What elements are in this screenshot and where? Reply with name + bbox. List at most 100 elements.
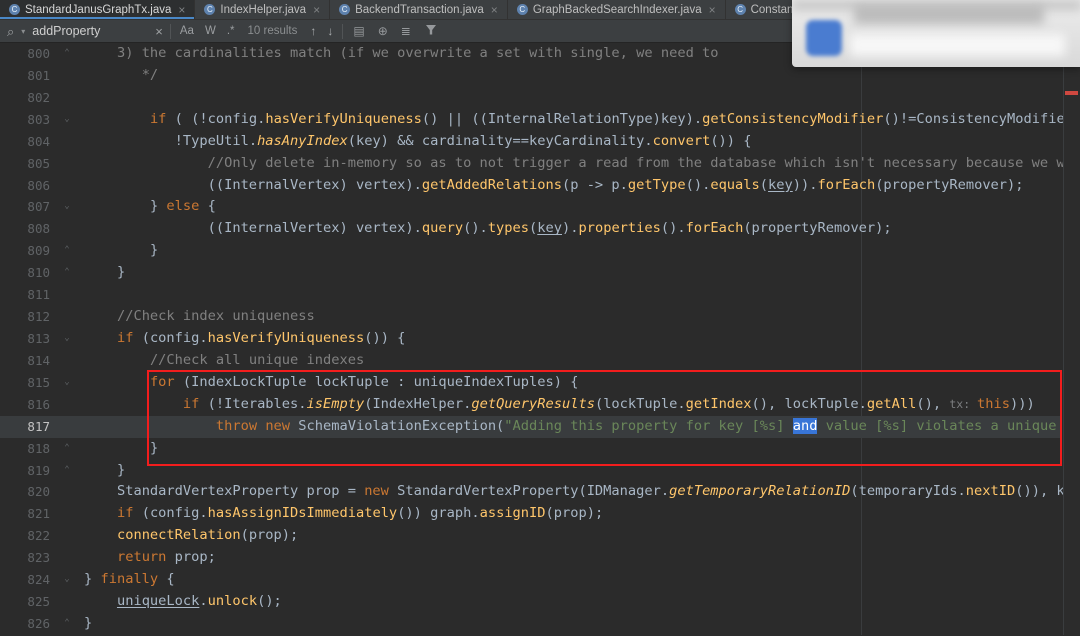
tab-label: IndexHelper.java bbox=[220, 3, 307, 16]
find-input[interactable] bbox=[32, 24, 149, 38]
fold-end-icon[interactable]: ⌃ bbox=[50, 460, 84, 482]
code-text[interactable]: throw new SchemaViolationException("Addi… bbox=[84, 416, 1056, 438]
line-number: 814 bbox=[27, 352, 50, 368]
code-text[interactable]: if (!Iterables.isEmpty(IndexHelper.getQu… bbox=[84, 394, 1035, 416]
search-in-selection-icon[interactable]: ▤ bbox=[350, 24, 367, 38]
editor-tab[interactable]: C BackendTransaction.java × bbox=[330, 0, 508, 19]
code-text[interactable]: return prop; bbox=[84, 547, 216, 569]
code-text[interactable]: } else { bbox=[84, 196, 216, 218]
previous-occurrence-icon[interactable]: ↑ bbox=[308, 24, 318, 38]
add-occurrence-icon[interactable]: ⊕ bbox=[375, 24, 391, 38]
filter-icon[interactable] bbox=[425, 24, 437, 39]
words-toggle[interactable]: W bbox=[203, 25, 218, 37]
editor-tab[interactable]: C GraphBackedSearchIndexer.java × bbox=[508, 0, 726, 19]
code-line[interactable]: 806 ((InternalVertex) vertex).getAddedRe… bbox=[0, 175, 1080, 197]
close-icon[interactable]: × bbox=[491, 3, 498, 17]
editor-tab[interactable]: C StandardJanusGraphTx.java × bbox=[0, 0, 196, 19]
code-line[interactable]: 805 //Only delete in-memory so as to not… bbox=[0, 153, 1080, 175]
code-text[interactable]: for (IndexLockTuple lockTuple : uniqueIn… bbox=[84, 372, 579, 394]
next-occurrence-icon[interactable]: ↓ bbox=[325, 24, 335, 38]
code-line[interactable]: 826 ⌃} bbox=[0, 613, 1080, 635]
line-number: 818 bbox=[27, 440, 50, 456]
highlight-all-icon[interactable]: ≣ bbox=[398, 24, 414, 38]
line-number: 822 bbox=[27, 528, 50, 544]
code-line[interactable]: 824 ⌄} finally { bbox=[0, 569, 1080, 591]
fold-start-icon[interactable]: ⌄ bbox=[50, 569, 84, 591]
close-icon[interactable]: × bbox=[178, 3, 185, 17]
fold-end-icon[interactable]: ⌃ bbox=[50, 613, 84, 635]
regex-toggle[interactable]: .* bbox=[225, 25, 237, 37]
code-text[interactable]: } bbox=[84, 262, 125, 284]
code-line[interactable]: 819 ⌃ } bbox=[0, 460, 1080, 482]
code-line[interactable]: 820 StandardVertexProperty prop = new St… bbox=[0, 481, 1080, 503]
code-line[interactable]: 823 return prop; bbox=[0, 547, 1080, 569]
fold-end-icon[interactable]: ⌃ bbox=[50, 438, 84, 460]
close-icon[interactable]: × bbox=[313, 3, 320, 17]
code-text[interactable]: //Check all unique indexes bbox=[84, 350, 364, 372]
code-line[interactable]: 818 ⌃ } bbox=[0, 438, 1080, 460]
code-text[interactable]: } finally { bbox=[84, 569, 175, 591]
fold-end-icon[interactable]: ⌃ bbox=[50, 43, 84, 65]
code-line[interactable]: 816 if (!Iterables.isEmpty(IndexHelper.g… bbox=[0, 394, 1080, 416]
code-line[interactable]: 811 bbox=[0, 284, 1080, 306]
code-line[interactable]: 802 bbox=[0, 87, 1080, 109]
class-icon: C bbox=[9, 4, 20, 15]
code-text[interactable]: StandardVertexProperty prop = new Standa… bbox=[84, 481, 1065, 503]
code-text[interactable]: 3) the cardinalities match (if we overwr… bbox=[84, 43, 727, 65]
code-text[interactable]: ((InternalVertex) vertex).query().types(… bbox=[84, 218, 892, 240]
fold-end-icon[interactable]: ⌃ bbox=[50, 262, 84, 284]
code-line[interactable]: 821 if (config.hasAssignIDsImmediately()… bbox=[0, 503, 1080, 525]
divider bbox=[169, 23, 171, 39]
code-line[interactable]: 809 ⌃ } bbox=[0, 240, 1080, 262]
code-text[interactable]: connectRelation(prop); bbox=[84, 525, 298, 547]
fold-start-icon[interactable]: ⌄ bbox=[50, 328, 84, 350]
code-line[interactable]: 808 ((InternalVertex) vertex).query().ty… bbox=[0, 218, 1080, 240]
gutter-spacer bbox=[50, 306, 84, 328]
code-text[interactable]: //Check index uniqueness bbox=[84, 306, 315, 328]
gutter-spacer bbox=[50, 65, 84, 87]
code-text[interactable]: uniqueLock.unlock(); bbox=[84, 591, 282, 613]
class-icon: C bbox=[339, 4, 351, 15]
fold-end-icon[interactable]: ⌃ bbox=[50, 240, 84, 262]
class-icon: C bbox=[734, 4, 746, 15]
match-case-toggle[interactable]: Aa bbox=[178, 25, 196, 37]
code-line[interactable]: 801 */ bbox=[0, 65, 1080, 87]
line-number: 815 bbox=[27, 374, 50, 390]
fold-start-icon[interactable]: ⌄ bbox=[50, 372, 84, 394]
close-icon[interactable]: × bbox=[709, 3, 716, 17]
code-line[interactable]: 814 //Check all unique indexes bbox=[0, 350, 1080, 372]
code-text[interactable]: //Only delete in-memory so as to not tri… bbox=[84, 153, 1080, 175]
gutter-spacer bbox=[50, 481, 84, 503]
code-line[interactable]: 822 connectRelation(prop); bbox=[0, 525, 1080, 547]
search-history-chevron-icon[interactable]: ▾ bbox=[21, 27, 25, 36]
results-count: 10 results bbox=[247, 25, 298, 37]
search-icon[interactable]: ⌕ bbox=[7, 25, 14, 38]
error-stripe-scrollbar[interactable] bbox=[1063, 43, 1080, 635]
code-line[interactable]: 825 uniqueLock.unlock(); bbox=[0, 591, 1080, 613]
code-text[interactable]: if ( (!config.hasVerifyUniqueness() || (… bbox=[84, 109, 1065, 131]
code-text[interactable]: } bbox=[84, 460, 125, 482]
clear-search-icon[interactable]: × bbox=[155, 25, 163, 38]
code-text[interactable]: !TypeUtil.hasAnyIndex(key) && cardinalit… bbox=[84, 131, 752, 153]
code-line[interactable]: 813 ⌄ if (config.hasVerifyUniqueness()) { bbox=[0, 328, 1080, 350]
code-text[interactable]: } bbox=[84, 613, 92, 635]
code-text[interactable]: } bbox=[84, 240, 158, 262]
code-line[interactable]: 812 //Check index uniqueness bbox=[0, 306, 1080, 328]
code-text[interactable]: if (config.hasVerifyUniqueness()) { bbox=[84, 328, 405, 350]
editor-tab[interactable]: C IndexHelper.java × bbox=[195, 0, 331, 19]
error-stripe-mark[interactable] bbox=[1065, 91, 1078, 95]
code-text[interactable]: */ bbox=[84, 65, 158, 87]
code-text[interactable]: ((InternalVertex) vertex).getAddedRelati… bbox=[84, 175, 1024, 197]
code-line[interactable]: 804 !TypeUtil.hasAnyIndex(key) && cardin… bbox=[0, 131, 1080, 153]
code-line[interactable]: 817 throw new SchemaViolationException("… bbox=[0, 415, 1080, 438]
code-line[interactable]: 803 ⌄ if ( (!config.hasVerifyUniqueness()… bbox=[0, 109, 1080, 131]
line-number: 820 bbox=[27, 484, 50, 500]
code-line[interactable]: 807 ⌄ } else { bbox=[0, 196, 1080, 218]
code-line[interactable]: 815 ⌄ for (IndexLockTuple lockTuple : uni… bbox=[0, 372, 1080, 394]
code-text[interactable]: if (config.hasAssignIDsImmediately()) gr… bbox=[84, 503, 603, 525]
fold-start-icon[interactable]: ⌄ bbox=[50, 109, 84, 131]
gutter-spacer bbox=[50, 175, 84, 197]
code-line[interactable]: 810 ⌃ } bbox=[0, 262, 1080, 284]
code-text[interactable]: } bbox=[84, 438, 158, 460]
fold-start-icon[interactable]: ⌄ bbox=[50, 196, 84, 218]
